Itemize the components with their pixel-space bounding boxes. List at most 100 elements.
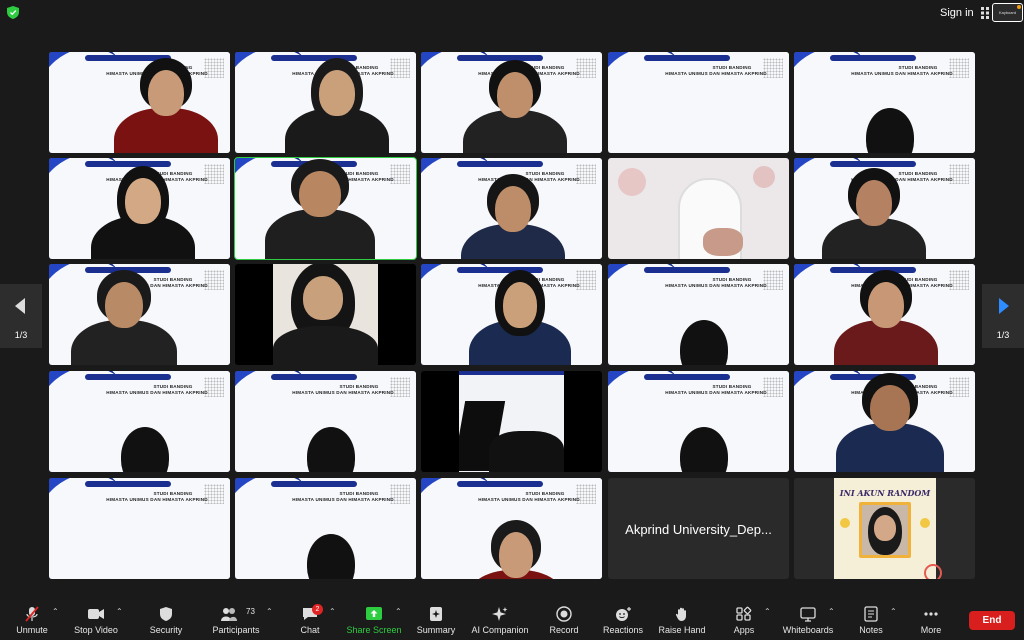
participant-person [421,52,602,153]
stop-video-label: Stop Video [74,625,118,635]
participant-video-tile[interactable]: STUDI BANDINGHIMASTA UNIMUS DAN HIMASTA … [421,52,602,153]
participant-silhouette [49,371,230,472]
reactions-label: Reactions [602,625,644,635]
reactions-emoji-icon [616,607,631,621]
participant-video-tile[interactable]: STUDI BANDINGHIMASTA UNIMUS DAN HIMASTA … [794,158,975,259]
chat-label: Chat [300,625,320,635]
stop-video-button[interactable]: Stop Video [70,600,122,640]
participants-label: Participants [212,625,260,635]
page-indicator-right: 1/3 [996,330,1010,340]
presentation-slide: STUDI BANDINGHIMASTA UNIMUS DAN HIMASTA … [608,52,789,153]
participant-video-tile[interactable]: STUDI BANDINGHIMASTA UNIMUS DAN HIMASTA … [794,52,975,153]
participant-video-tile[interactable]: STUDI BANDINGHIMASTA UNIMUS DAN HIMASTA … [608,371,789,472]
participant-video-tile[interactable]: STUDI BANDINGHIMASTA UNIMUS DAN HIMASTA … [794,264,975,365]
participant-person [235,52,416,153]
participant-person [49,158,230,259]
apps-icon [736,606,752,621]
page-indicator-left: 1/3 [14,330,28,340]
unmute-label: Unmute [16,625,48,635]
participant-video-tile[interactable]: STUDI BANDINGHIMASTA UNIMUS DAN HIMASTA … [49,52,230,153]
participant-person [421,264,602,365]
participant-video-tile[interactable]: STUDI BANDINGHIMASTA UNIMUS DAN HIMASTA … [235,478,416,579]
participant-video-tile[interactable]: STUDI BANDINGHIMASTA UNIMUS DAN HIMASTA … [235,371,416,472]
chat-caret-icon[interactable]: ⌃ [329,608,337,616]
participant-video-tile[interactable]: STUDI BANDINGHIMASTA UNIMUS DAN HIMASTA … [608,264,789,365]
slide-title-line1: STUDI BANDING [153,491,193,496]
next-page-button[interactable]: 1/3 [982,284,1024,348]
security-button[interactable]: Security [144,600,188,640]
participant-name-label: Akprind University_Dep... [625,522,772,537]
participant-person [421,158,602,259]
slide-title-line1: STUDI BANDING [712,65,752,70]
top-bar: Sign in Kayboard [0,0,1024,26]
participant-video-tile[interactable]: STUDI BANDINGHIMASTA UNIMUS DAN HIMASTA … [49,371,230,472]
record-button[interactable]: Record [544,600,584,640]
share-screen-button[interactable]: Share Screen [344,600,404,640]
apps-button[interactable]: Apps [726,600,762,640]
participant-video-tile[interactable]: STUDI BANDINGHIMASTA UNIMUS DAN HIMASTA … [794,371,975,472]
sign-in-link[interactable]: Sign in [940,7,974,19]
participant-person [794,158,975,259]
whiteboards-caret-icon[interactable]: ⌃ [828,608,836,616]
participants-caret-icon[interactable]: ⌃ [266,608,274,616]
participant-silhouette [235,478,416,579]
view-grid-icon[interactable] [981,7,991,19]
raise-hand-icon [675,607,686,621]
self-view-label: Kayboard [998,10,1017,15]
slide-title-line2: HIMASTA UNIMUS DAN HIMASTA AKPRIND [106,497,208,502]
slide-title-line2: HIMASTA UNIMUS DAN HIMASTA AKPRIND [665,71,767,76]
notes-caret-icon[interactable]: ⌃ [890,608,898,616]
raise-hand-label: Raise Hand [658,625,706,635]
ai-companion-button[interactable]: AI Companion [468,600,532,640]
self-view-thumbnail[interactable]: Kayboard [992,3,1023,22]
participant-video-tile[interactable]: STUDI BANDINGHIMASTA UNIMUS DAN HIMASTA … [421,478,602,579]
apps-caret-icon[interactable]: ⌃ [764,608,772,616]
participants-icon [221,608,238,621]
video-options-caret-icon[interactable]: ⌃ [116,608,124,616]
participant-person [794,264,975,365]
participant-video-tile[interactable]: STUDI BANDINGHIMASTA UNIMUS DAN HIMASTA … [49,158,230,259]
participant-silhouette [608,371,789,472]
participant-video-tile[interactable]: STUDI BANDINGHIMASTA UNIMUS DAN HIMASTA … [234,157,417,260]
raise-hand-button[interactable]: Raise Hand [656,600,708,640]
meeting-toolbar: Unmute ⌃ Stop Video ⌃ Security 73 Partic… [0,600,1024,640]
participant-person [794,371,975,472]
presentation-slide: STUDI BANDINGHIMASTA UNIMUS DAN HIMASTA … [49,478,230,579]
participant-video-tile[interactable] [608,158,789,259]
unmute-button[interactable]: Unmute [10,600,54,640]
previous-page-button[interactable]: 1/3 [0,284,42,348]
participant-video-tile[interactable] [235,264,416,365]
whiteboards-label: Whiteboards [782,625,834,635]
participant-video-tile[interactable] [421,371,602,472]
participant-video-tile[interactable]: STUDI BANDINGHIMASTA UNIMUS DAN HIMASTA … [49,264,230,365]
audio-options-caret-icon[interactable]: ⌃ [52,608,60,616]
end-meeting-button[interactable]: End [969,611,1015,630]
share-caret-icon[interactable]: ⌃ [395,608,403,616]
whiteboards-button[interactable]: Whiteboards [780,600,836,640]
summary-button[interactable]: Summary [412,600,460,640]
participant-video-tile[interactable]: Akprind University_Dep... [608,478,789,579]
participant-video-tile[interactable]: STUDI BANDINGHIMASTA UNIMUS DAN HIMASTA … [421,264,602,365]
participant-video-tile[interactable]: STUDI BANDINGHIMASTA UNIMUS DAN HIMASTA … [49,478,230,579]
participant-video-tile[interactable]: STUDI BANDINGHIMASTA UNIMUS DAN HIMASTA … [235,52,416,153]
reactions-button[interactable]: Reactions [600,600,646,640]
chat-button[interactable]: 2 Chat [292,600,328,640]
security-label: Security [149,625,183,635]
notes-button[interactable]: Notes [852,600,890,640]
participants-count: 73 [246,607,255,616]
participant-person [421,478,602,579]
participant-video-tile[interactable]: INI AKUN RANDOM [794,478,975,579]
share-screen-icon [366,607,382,620]
floral-background [608,158,789,259]
notification-dot [1017,5,1021,9]
participants-button[interactable]: 73 Participants [208,600,264,640]
participant-video-tile[interactable]: STUDI BANDINGHIMASTA UNIMUS DAN HIMASTA … [421,158,602,259]
more-dots-icon [924,612,938,616]
more-button[interactable]: More [912,600,950,640]
participant-video-tile[interactable]: STUDI BANDINGHIMASTA UNIMUS DAN HIMASTA … [608,52,789,153]
participant-person [235,158,416,259]
whiteboard-icon [800,607,816,622]
share-screen-label: Share Screen [346,625,402,635]
chevron-right-icon [999,298,1009,314]
shield-icon [160,607,172,621]
